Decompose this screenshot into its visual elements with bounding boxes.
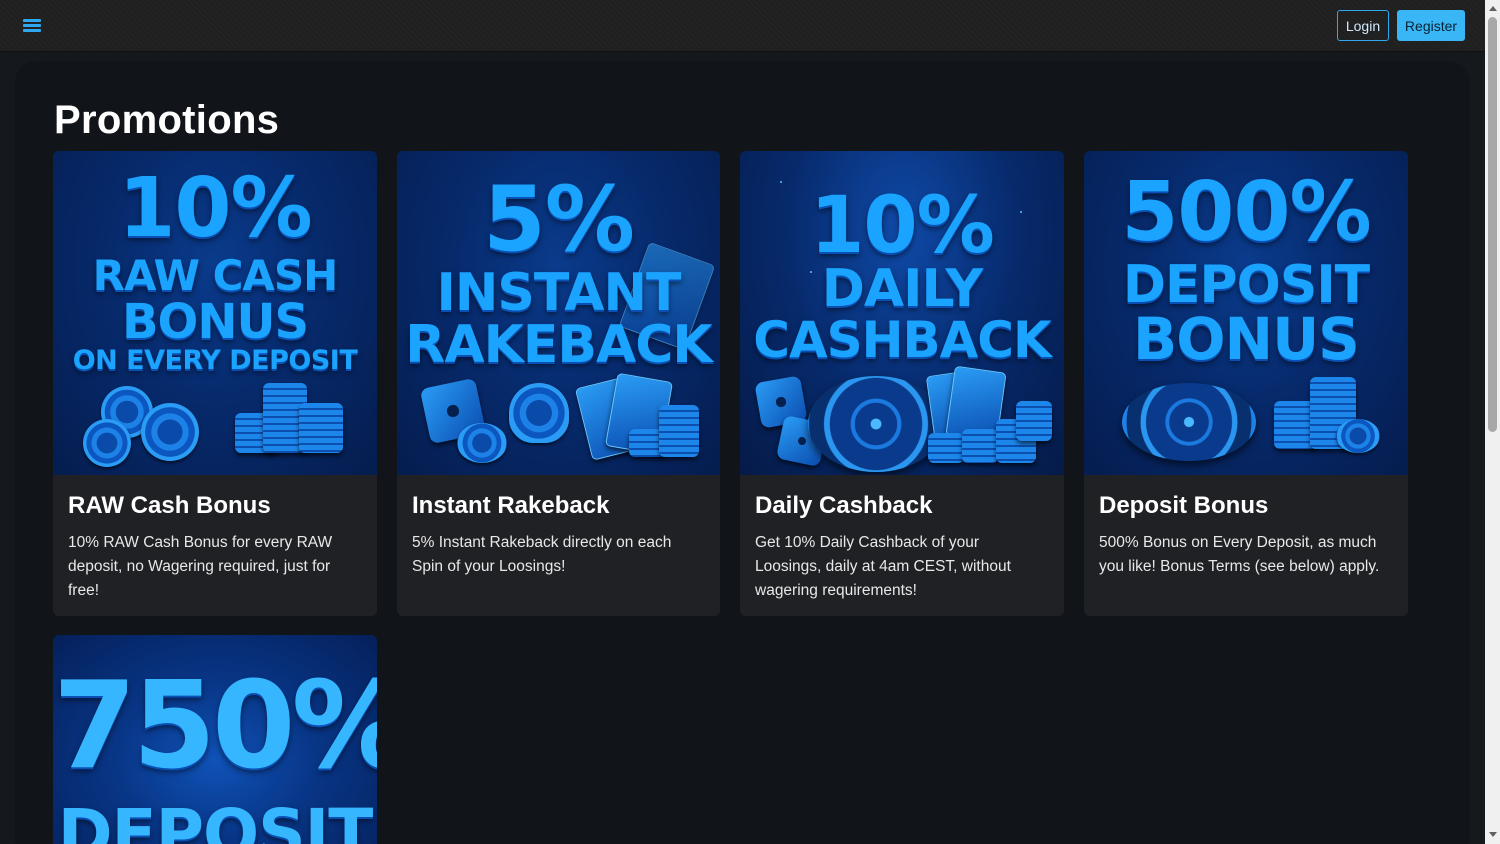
banner-line: BONUS [1133,305,1360,373]
promotion-card-raw-cash-bonus[interactable]: 10% RAW CASH BONUS ON EVERY DEPOSIT RAW … [53,151,377,616]
promotion-card-instant-rakeback[interactable]: 5% INSTANT RAKEBACK Instant Rakeback 5% … [397,151,720,616]
promotion-banner-image: 500% DEPOSIT BONUS [1084,151,1408,475]
promotion-description: 500% Bonus on Every Deposit, as much you… [1099,534,1380,575]
banner-headline: 10% [118,161,312,256]
promotion-card-daily-cashback[interactable]: 10% DAILY CASHBACK Daily Cashback Get 10… [740,151,1064,616]
casino-chip-icon [1336,419,1380,453]
vertical-scrollbar[interactable] [1485,0,1500,844]
promotion-title: RAW Cash Bonus [68,492,271,519]
chip-stack-icon [299,403,343,453]
promotion-description: 5% Instant Rakeback directly on each Spi… [412,534,672,575]
chip-stack-icon [1016,401,1052,441]
banner-line: RAW CASH [92,251,339,300]
promotion-banner-image: 10% RAW CASH BONUS ON EVERY DEPOSIT [53,151,377,475]
chip-stack-icon [659,405,699,457]
scroll-down-arrow-icon[interactable] [1489,832,1497,837]
promotion-card-deposit-bonus[interactable]: 500% DEPOSIT BONUS Deposit Bonus 500% Bo… [1084,151,1408,616]
register-button[interactable]: Register [1397,10,1465,41]
promotion-title: Deposit Bonus [1099,492,1269,519]
banner-line: BONUS [121,294,309,350]
promotion-description: Get 10% Daily Cashback of your Loosings,… [755,534,1011,599]
page-title: Promotions [54,98,280,142]
roulette-wheel-icon [1122,383,1256,461]
login-button[interactable]: Login [1337,10,1389,41]
promotion-banner-image: 5% INSTANT RAKEBACK [397,151,720,475]
chip-stack-icon [928,433,964,463]
scroll-up-arrow-icon[interactable] [1489,6,1497,11]
banner-line: RAKEBACK [405,315,712,375]
casino-chip-icon [83,419,131,467]
banner-headline: 750% [53,657,377,796]
promotion-description: 10% RAW Cash Bonus for every RAW deposit… [68,534,333,599]
hamburger-menu-icon[interactable] [23,18,41,34]
promotion-banner-image: 10% DAILY CASHBACK [740,151,1064,475]
casino-chip-icon [141,403,199,461]
banner-line: ON EVERY DEPOSIT [72,345,358,376]
chip-stack-icon [962,429,998,463]
banner-line: DAILY [821,259,983,319]
banner-line: CASHBACK [753,311,1052,369]
banner-line: INSTANT [436,263,682,323]
banner-headline: 500% [1121,165,1371,260]
promotion-card-750-deposit[interactable]: 750% DEPOSIT [53,635,377,844]
banner-line: DEPOSIT [57,795,373,844]
promotion-title: Daily Cashback [755,492,933,519]
club-suit-icon [509,383,569,443]
scrollbar-thumb[interactable] [1488,17,1497,432]
top-navigation-bar: Login Register [0,0,1485,52]
roulette-wheel-icon [808,376,944,472]
promotion-banner-image: 750% DEPOSIT [53,635,377,844]
casino-chip-icon [457,423,507,463]
promotion-title: Instant Rakeback [412,492,610,519]
banner-headline: 5% [483,167,635,272]
banner-headline: 10% [810,181,995,271]
